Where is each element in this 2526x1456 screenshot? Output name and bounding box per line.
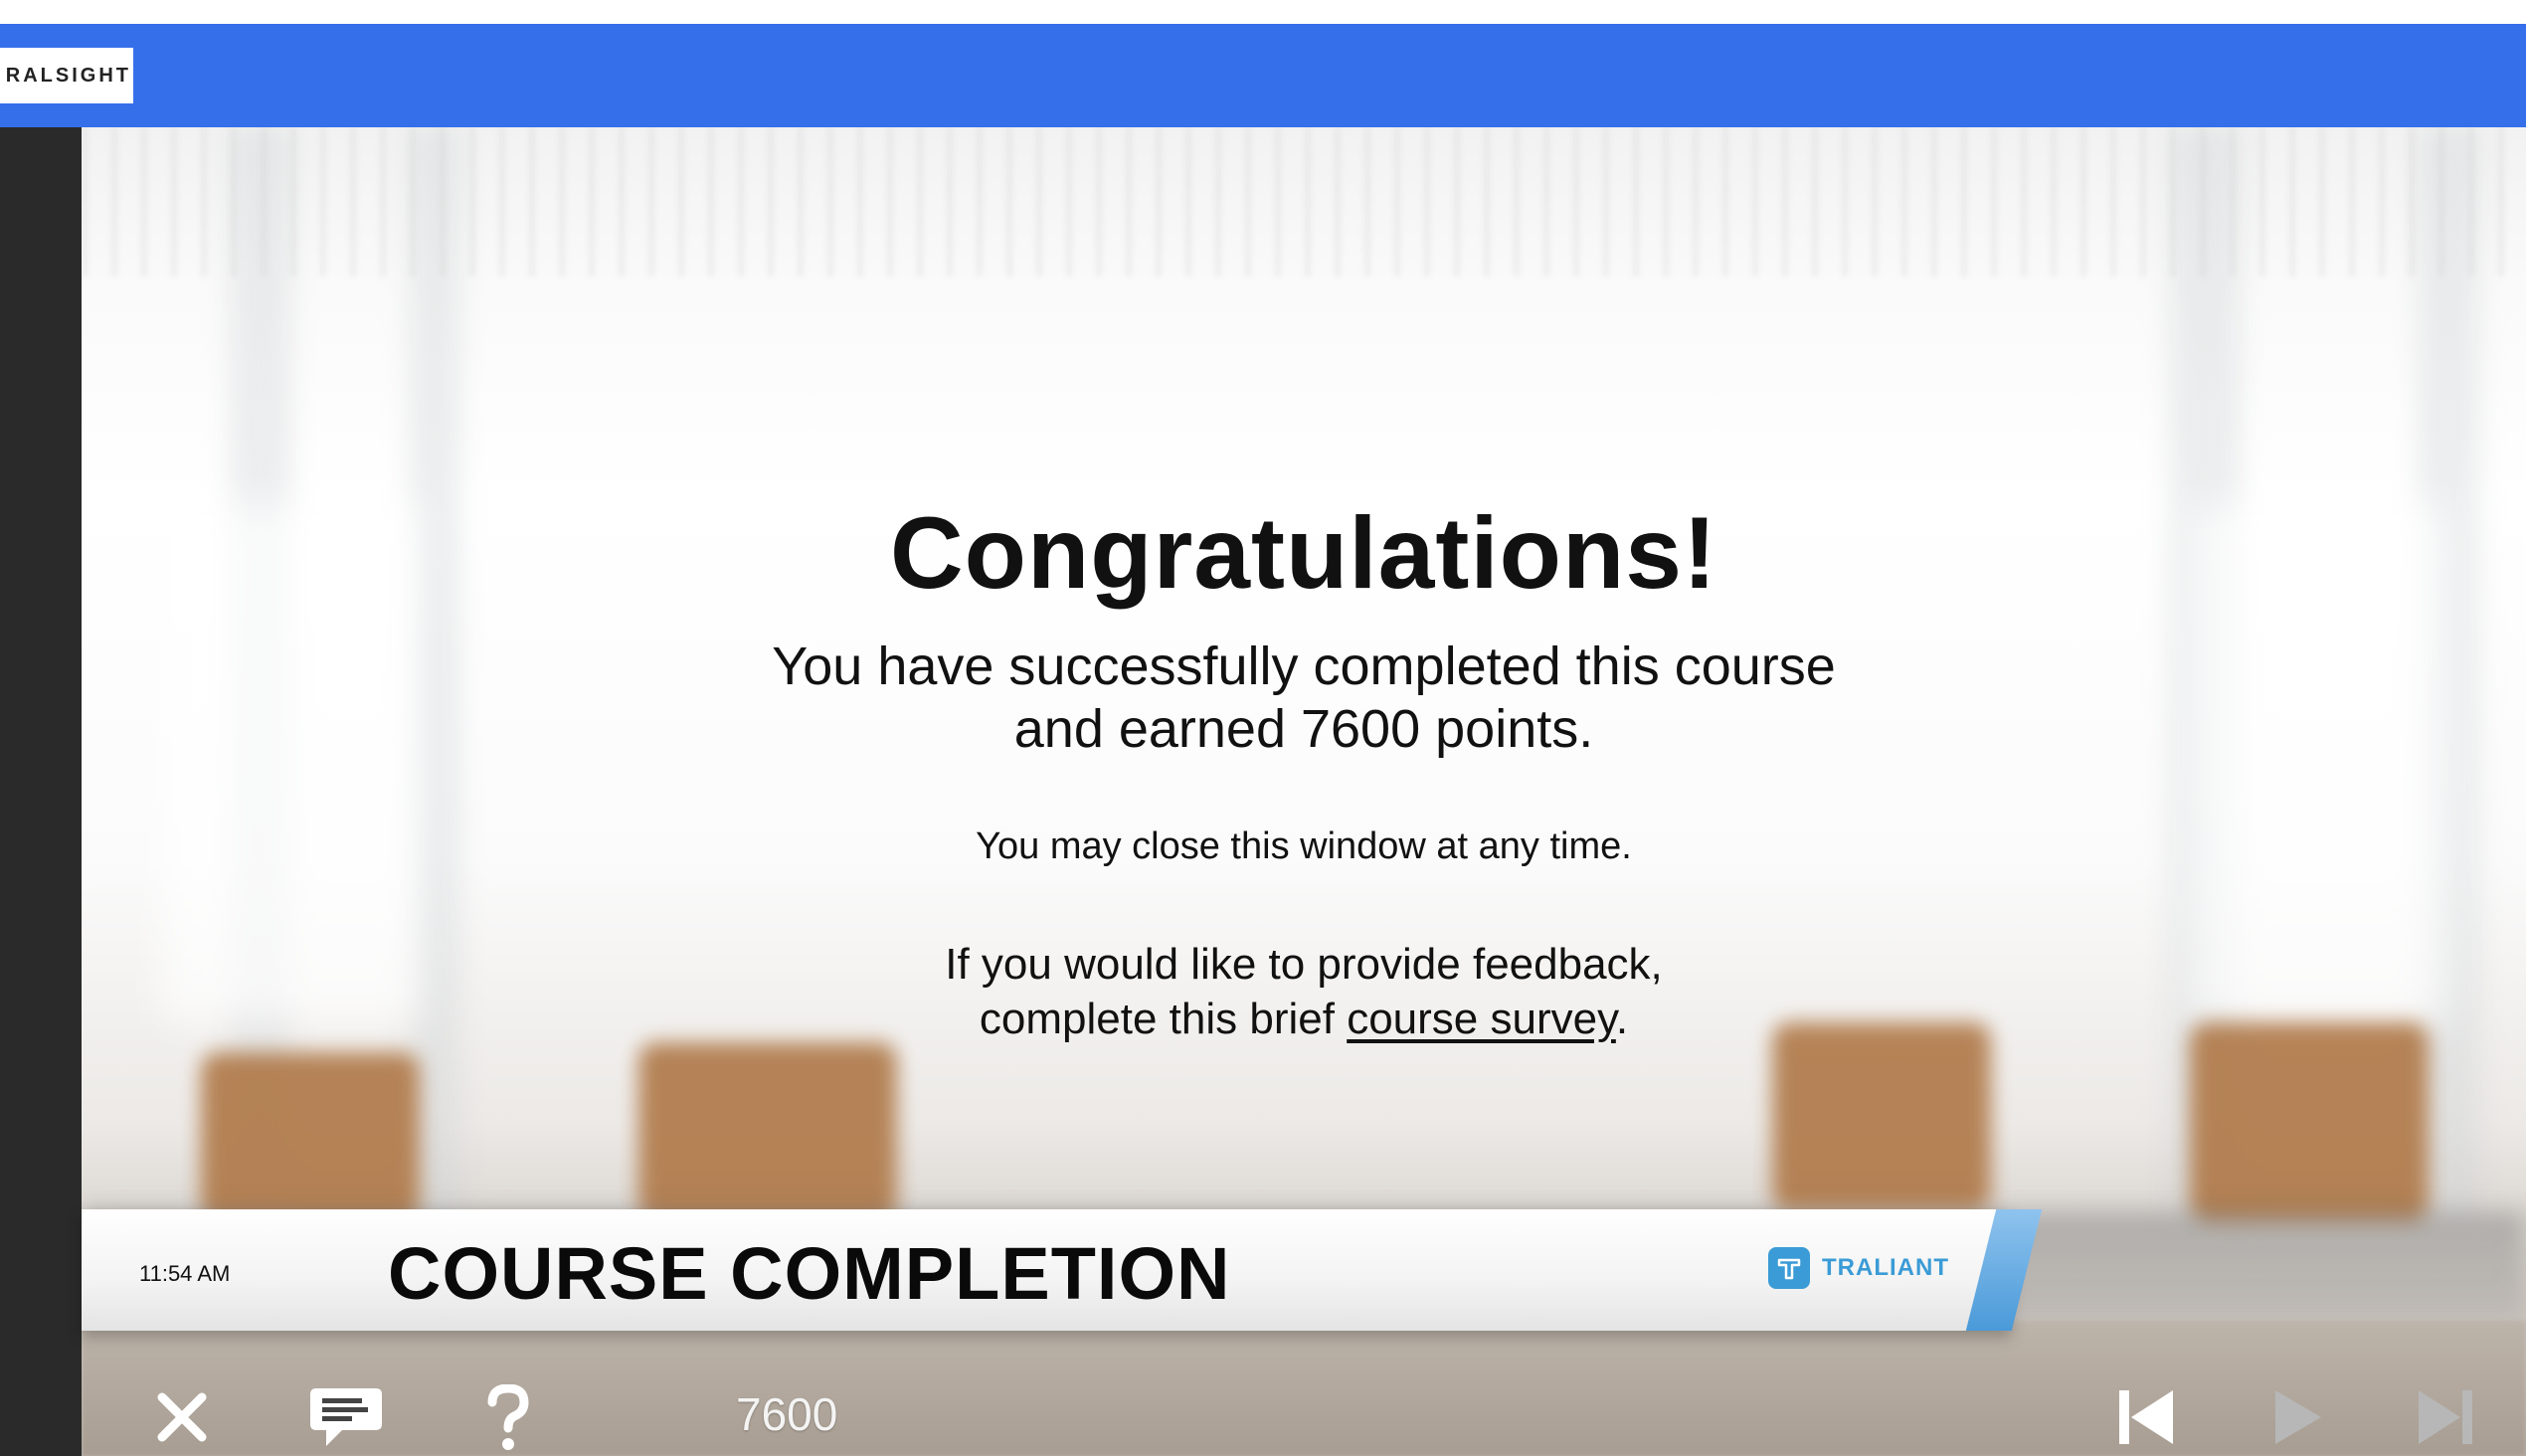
- points-score: 7600: [736, 1388, 838, 1440]
- play-icon: [2275, 1390, 2321, 1444]
- close-button[interactable]: [149, 1384, 215, 1450]
- background-chair: [1772, 1022, 1991, 1211]
- close-window-message: You may close this window at any time.: [976, 825, 1632, 867]
- comment-icon: [310, 1388, 382, 1446]
- survey-message-suffix: .: [1615, 995, 1629, 1043]
- comment-button[interactable]: [306, 1384, 386, 1456]
- background-chair: [2190, 1022, 2429, 1221]
- close-icon: [157, 1392, 207, 1442]
- app-logo[interactable]: RALSIGHT: [0, 48, 133, 103]
- skip-back-icon: [2119, 1390, 2173, 1444]
- traliant-logo-icon: [1768, 1247, 1810, 1289]
- feedback-message: If you would like to provide feedback,: [945, 940, 1663, 989]
- survey-message-prefix: complete this brief: [979, 995, 1348, 1043]
- traliant-logo-text: TRALIANT: [1822, 1254, 1949, 1281]
- completion-message: You have successfully completed this cou…: [772, 637, 1836, 696]
- logo-text: RALSIGHT: [5, 64, 131, 87]
- play-button[interactable]: [2267, 1384, 2327, 1450]
- slide-title: COURSE COMPLETION: [388, 1232, 1231, 1315]
- top-bar: [0, 24, 2526, 127]
- help-icon: [487, 1384, 529, 1450]
- help-button[interactable]: [483, 1382, 533, 1454]
- skip-forward-icon: [2419, 1390, 2472, 1444]
- points-message: and earned 7600 points.: [1013, 699, 1594, 759]
- background-chair: [201, 1052, 420, 1221]
- left-sidebar-strip: [0, 127, 82, 1456]
- traliant-logo: TRALIANT: [1768, 1247, 1949, 1289]
- survey-message: complete this brief course survey.: [82, 993, 2526, 1046]
- previous-button[interactable]: [2116, 1384, 2176, 1450]
- congratulations-heading: Congratulations!: [890, 496, 1717, 610]
- next-button[interactable]: [2415, 1384, 2478, 1450]
- top-margin: [0, 0, 2526, 24]
- background-chair: [638, 1042, 897, 1221]
- current-time: 11:54 AM: [139, 1261, 231, 1286]
- course-survey-link[interactable]: course survey: [1347, 995, 1616, 1043]
